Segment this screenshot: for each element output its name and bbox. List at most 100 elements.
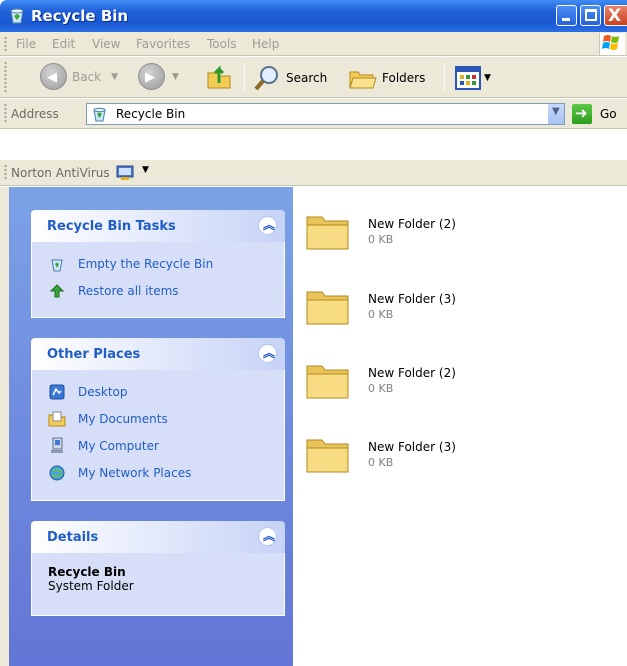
network-places-icon — [49, 465, 65, 480]
address-label: Address — [11, 107, 59, 121]
folder-icon — [306, 365, 349, 399]
collapse-button[interactable]: ︽ — [258, 344, 277, 363]
go-arrow-icon: ➜ — [575, 104, 588, 122]
item-size: 0 KB — [368, 308, 394, 321]
minimize-icon — [562, 18, 570, 21]
item-size: 0 KB — [368, 456, 394, 469]
norton-antivirus-icon[interactable] — [116, 165, 134, 181]
restore-icon — [49, 283, 65, 297]
grip-handle[interactable] — [4, 103, 7, 124]
views-icon — [455, 66, 481, 90]
views-dropdown-icon: ▼ — [484, 73, 491, 83]
folders-button[interactable]: Folders — [347, 64, 425, 92]
panel-header[interactable]: Details ︽ — [31, 521, 285, 553]
folders-icon — [349, 71, 377, 89]
toolbar-separator — [444, 63, 445, 91]
go-button[interactable]: ➜ — [572, 104, 592, 124]
norton-dropdown-icon[interactable]: ▼ — [142, 165, 149, 175]
panel-body: Empty the Recycle Bin Restore all items — [31, 242, 285, 318]
maximize-button[interactable] — [580, 5, 601, 26]
restore-all-items-link[interactable]: Restore all items — [48, 277, 284, 304]
menu-bar: File Edit View Favorites Tools Help — [0, 32, 627, 56]
back-arrow-icon: ◀ — [40, 63, 67, 90]
empty-recycle-bin-icon — [51, 259, 63, 271]
desktop-link[interactable]: Desktop — [48, 378, 284, 405]
grip-handle[interactable] — [4, 164, 7, 181]
task-pane: Recycle Bin Tasks ︽ Empty the Recycle Bi… — [0, 187, 293, 666]
folders-label: Folders — [382, 71, 426, 85]
go-label[interactable]: Go — [600, 107, 617, 121]
close-button[interactable]: X — [604, 5, 627, 26]
forward-button[interactable]: ▶ ▼ — [138, 63, 179, 90]
standard-toolbar: ◀ Back ▼ ▶ ▼ Search Folders ▼ — [0, 57, 627, 98]
collapse-button[interactable]: ︽ — [258, 527, 277, 546]
folder-icon — [306, 216, 349, 250]
close-icon: X — [608, 6, 622, 26]
details-type: System Folder — [48, 579, 134, 593]
folder-icon — [306, 439, 349, 473]
up-folder-button[interactable] — [205, 63, 233, 91]
grip-handle[interactable] — [4, 61, 7, 93]
list-item[interactable]: New Folder (3) 0 KB — [304, 430, 624, 490]
item-name: New Folder (3) — [368, 440, 456, 454]
views-button[interactable]: ▼ — [454, 65, 491, 91]
file-list-view[interactable]: New Folder (2) 0 KB New Folder (3) 0 KB … — [293, 187, 627, 666]
task-label: Restore all items — [78, 283, 179, 298]
details-name: Recycle Bin — [48, 565, 126, 579]
minimize-button[interactable] — [556, 5, 577, 26]
recycle-bin-tasks-panel: Recycle Bin Tasks ︽ Empty the Recycle Bi… — [31, 210, 285, 318]
item-size: 0 KB — [368, 382, 394, 395]
my-computer-link[interactable]: My Computer — [48, 432, 284, 459]
grip-handle[interactable] — [4, 36, 7, 51]
panel-title: Other Places — [47, 347, 141, 362]
back-label: Back — [72, 69, 102, 84]
norton-toolbar: Norton AntiVirus ▼ — [0, 160, 627, 186]
desktop-icon — [49, 384, 65, 399]
windows-logo — [599, 33, 625, 55]
menu-help[interactable]: Help — [252, 37, 279, 51]
toolbar-separator — [244, 63, 245, 91]
list-item[interactable]: New Folder (2) 0 KB — [304, 207, 624, 267]
back-dropdown-icon: ▼ — [111, 71, 119, 82]
panel-header[interactable]: Recycle Bin Tasks ︽ — [31, 210, 285, 242]
forward-dropdown-icon: ▼ — [172, 71, 179, 82]
place-label: Desktop — [78, 384, 128, 399]
chevron-down-icon: ▼ — [552, 106, 560, 117]
address-input[interactable]: Recycle Bin ▼ — [86, 103, 565, 125]
recycle-bin-icon — [93, 107, 106, 122]
list-item[interactable]: New Folder (3) 0 KB — [304, 282, 624, 342]
list-item[interactable]: New Folder (2) 0 KB — [304, 356, 624, 416]
menu-favorites[interactable]: Favorites — [136, 37, 190, 51]
my-computer-icon — [51, 437, 63, 453]
address-dropdown-button[interactable]: ▼ — [547, 104, 564, 124]
my-network-places-link[interactable]: My Network Places — [48, 459, 284, 486]
title-bar[interactable]: Recycle Bin X — [0, 0, 627, 32]
panel-header[interactable]: Other Places ︽ — [31, 338, 285, 370]
window-title: Recycle Bin — [31, 7, 129, 25]
chevron-up-icon: ︽ — [263, 218, 276, 232]
details-panel: Details ︽ Recycle Bin System Folder — [31, 521, 285, 616]
item-size: 0 KB — [368, 233, 394, 246]
collapse-button[interactable]: ︽ — [258, 216, 277, 235]
chevron-up-icon: ︽ — [263, 346, 276, 360]
item-name: New Folder (2) — [368, 217, 456, 231]
task-label: Empty the Recycle Bin — [78, 256, 214, 271]
other-places-panel: Other Places ︽ Desktop My Documents My C… — [31, 338, 285, 501]
item-name: New Folder (2) — [368, 366, 456, 380]
menu-file[interactable]: File — [16, 37, 36, 51]
chevron-up-icon: ︽ — [263, 529, 276, 543]
address-bar: Address Recycle Bin ▼ ➜ Go — [0, 99, 627, 129]
maximize-icon — [585, 9, 597, 21]
menu-tools[interactable]: Tools — [207, 37, 237, 51]
panel-title: Details — [47, 530, 99, 545]
back-button[interactable]: ◀ Back ▼ — [40, 63, 118, 90]
norton-label: Norton AntiVirus — [11, 166, 110, 180]
my-documents-link[interactable]: My Documents — [48, 405, 284, 432]
menu-edit[interactable]: Edit — [52, 37, 75, 51]
item-name: New Folder (3) — [368, 292, 456, 306]
address-value: Recycle Bin — [116, 107, 186, 121]
empty-recycle-bin-link[interactable]: Empty the Recycle Bin — [48, 250, 284, 277]
search-button[interactable]: Search — [253, 64, 327, 92]
menu-view[interactable]: View — [92, 37, 120, 51]
place-label: My Computer — [78, 438, 159, 453]
